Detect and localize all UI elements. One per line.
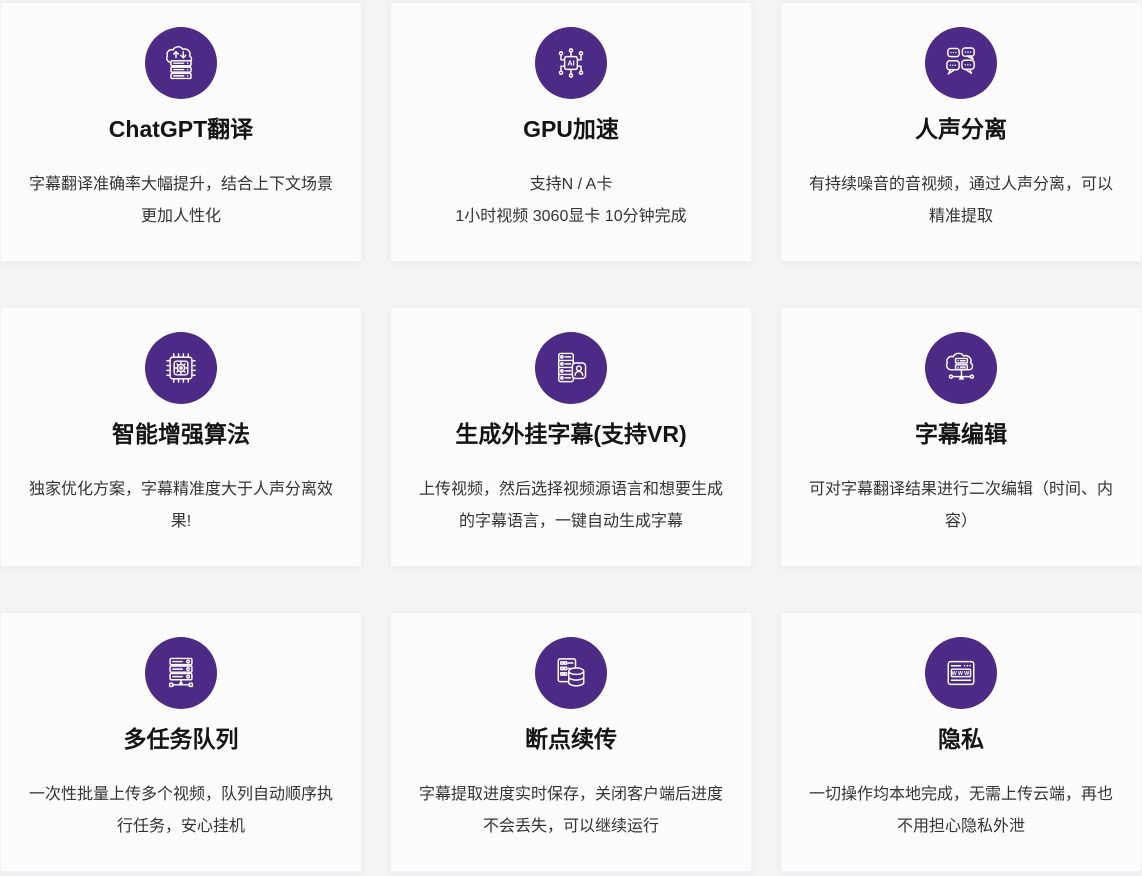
- feature-title: 人声分离: [781, 115, 1141, 144]
- feature-card-chatgpt-translate: ChatGPT翻译 字幕翻译准确率大幅提升，结合上下文场景更加人性化: [0, 2, 362, 262]
- feature-card-smart-algorithm: 智能增强算法 独家优化方案，字幕精准度大于人声分离效果!: [0, 307, 362, 567]
- server-rack-user-icon: [535, 332, 607, 404]
- browser-www-icon: WWW: [925, 637, 997, 709]
- feature-title: 智能增强算法: [1, 420, 361, 449]
- cpu-gear-icon: [145, 332, 217, 404]
- feature-title: 断点续传: [391, 725, 751, 754]
- ai-chip-circuit-icon: AI: [535, 27, 607, 99]
- feature-card-task-queue: 多任务队列 一次性批量上传多个视频，队列自动顺序执行任务，安心挂机: [0, 612, 362, 872]
- feature-description: 支持N / A卡 1小时视频 3060显卡 10分钟完成: [415, 169, 727, 233]
- feature-card-resume: 断点续传 字幕提取进度实时保存，关闭客户端后进度不会丢失，可以继续运行: [390, 612, 752, 872]
- svg-text:WWW: WWW: [952, 671, 971, 677]
- feature-card-subtitle-edit: 字幕编辑 可对字幕翻译结果进行二次编辑（时间、内容）: [780, 307, 1142, 567]
- feature-description: 一切操作均本地完成，无需上传云端，再也不用担心隐私外泄: [805, 779, 1117, 843]
- features-grid: ChatGPT翻译 字幕翻译准确率大幅提升，结合上下文场景更加人性化 AI GP…: [0, 0, 1142, 872]
- feature-description: 有持续噪音的音视频，通过人声分离，可以精准提取: [805, 169, 1117, 233]
- voice-chat-bubbles-icon: [925, 27, 997, 99]
- cloud-server-network-icon: [925, 332, 997, 404]
- feature-card-voice-separation: 人声分离 有持续噪音的音视频，通过人声分离，可以精准提取: [780, 2, 1142, 262]
- server-stack-network-icon: [145, 637, 217, 709]
- feature-card-privacy: WWW 隐私 一切操作均本地完成，无需上传云端，再也不用担心隐私外泄: [780, 612, 1142, 872]
- feature-title: 隐私: [781, 725, 1141, 754]
- feature-title: 生成外挂字幕(支持VR): [391, 420, 751, 449]
- feature-card-subtitle-generate: 生成外挂字幕(支持VR) 上传视频，然后选择视频源语言和想要生成的字幕语言，一键…: [390, 307, 752, 567]
- server-database-icon: [535, 637, 607, 709]
- feature-description: 上传视频，然后选择视频源语言和想要生成的字幕语言，一键自动生成字幕: [415, 474, 727, 538]
- feature-description: 可对字幕翻译结果进行二次编辑（时间、内容）: [805, 474, 1117, 538]
- feature-description: 字幕翻译准确率大幅提升，结合上下文场景更加人性化: [25, 169, 337, 233]
- feature-description: 一次性批量上传多个视频，队列自动顺序执行任务，安心挂机: [25, 779, 337, 843]
- feature-title: 字幕编辑: [781, 420, 1141, 449]
- feature-description: 字幕提取进度实时保存，关闭客户端后进度不会丢失，可以继续运行: [415, 779, 727, 843]
- feature-description: 独家优化方案，字幕精准度大于人声分离效果!: [25, 474, 337, 538]
- feature-title: ChatGPT翻译: [1, 115, 361, 144]
- feature-title: GPU加速: [391, 115, 751, 144]
- feature-card-gpu: AI GPU加速 支持N / A卡 1小时视频 3060显卡 10分钟完成: [390, 2, 752, 262]
- cloud-transfer-server-icon: [145, 27, 217, 99]
- feature-title: 多任务队列: [1, 725, 361, 754]
- svg-text:AI: AI: [567, 59, 574, 68]
